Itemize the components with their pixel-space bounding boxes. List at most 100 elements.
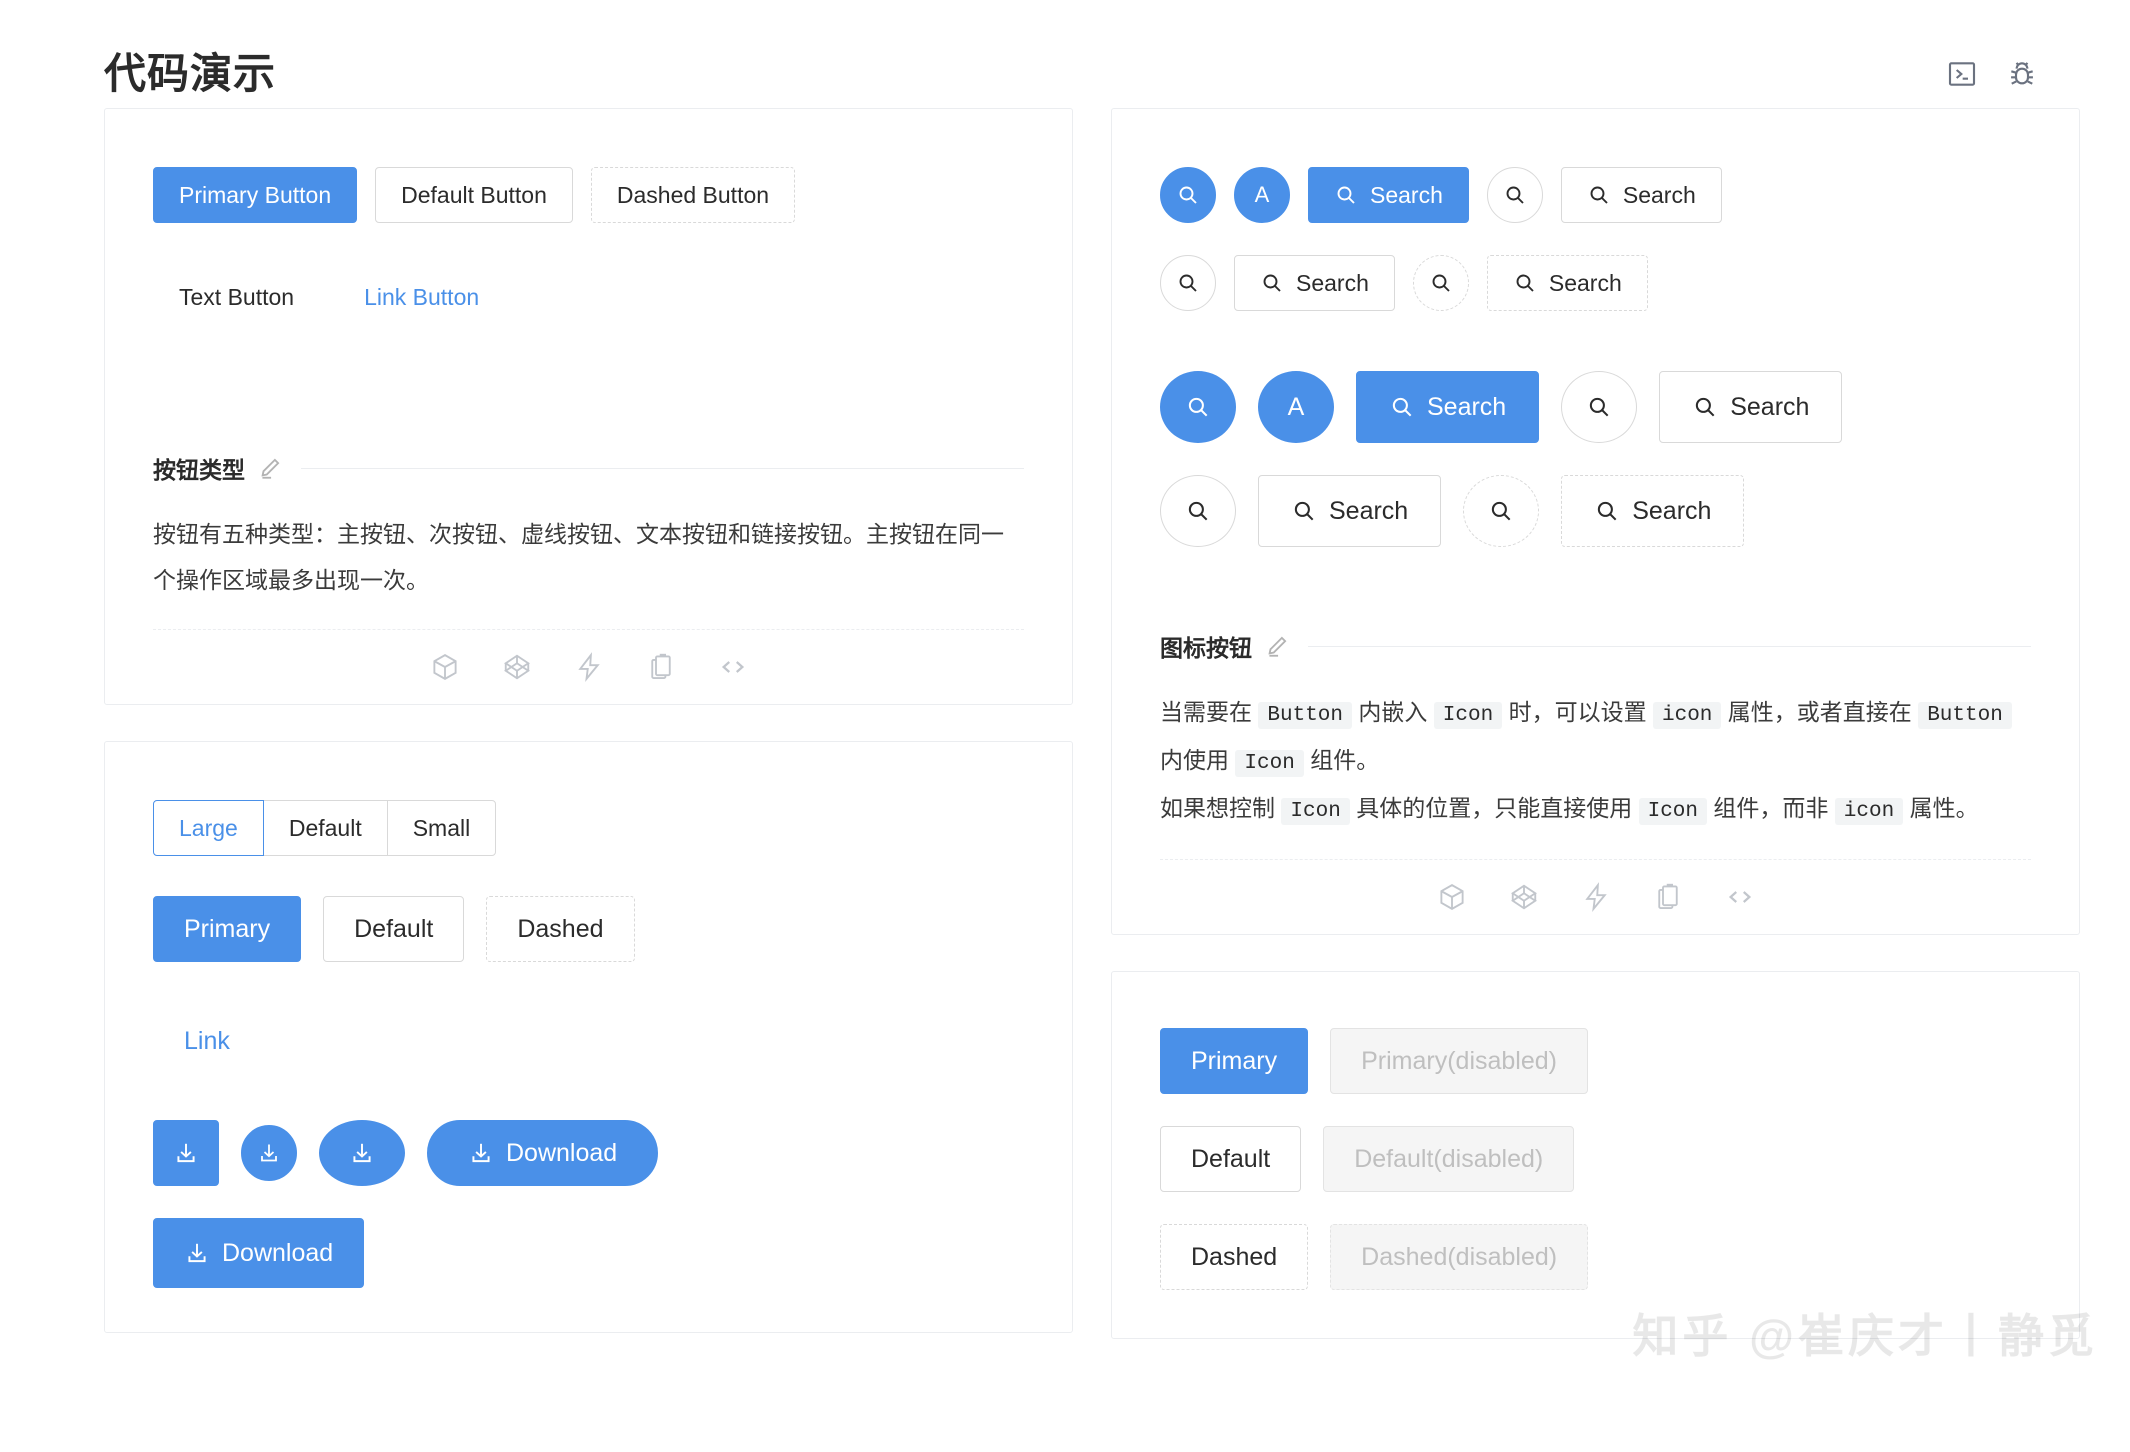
meta-title-button-types: 按钮类型 [153, 451, 1024, 485]
meta-title-text: 按钮类型 [153, 457, 245, 483]
meta-icon-buttons: 图标按钮 当需要在 Button 内嵌入 Icon 时，可以设置 icon 属性… [1112, 629, 2079, 934]
default-button[interactable]: Default Button [375, 167, 573, 223]
left-column: Primary Button Default Button Dashed But… [104, 108, 1073, 1333]
search-label: Search [1730, 392, 1810, 421]
right-column: A Search Search Search Search A Search S… [1111, 108, 2080, 1339]
search-icon [1185, 394, 1211, 420]
download-round-button[interactable]: Download [427, 1120, 659, 1186]
codepen-icon[interactable] [1509, 882, 1539, 912]
download-icon [173, 1140, 199, 1166]
search-circle-primary-button-large[interactable] [1160, 371, 1236, 443]
stackblitz-icon[interactable] [574, 652, 604, 682]
disabled-row-dashed: Dashed Dashed(disabled) [1160, 1224, 2031, 1290]
search-icon [1513, 271, 1537, 295]
meta-desc-icon-buttons-line-1: 当需要在 Button 内嵌入 Icon 时，可以设置 icon 属性，或者直接… [1160, 689, 2031, 785]
link-button-large[interactable]: Link [153, 1008, 261, 1074]
dashed-button-large[interactable]: Dashed [486, 896, 635, 962]
default-enabled-button[interactable]: Default [1160, 1126, 1302, 1192]
meta-title-rule [301, 467, 1024, 469]
download-text-row: Download [153, 1218, 1024, 1288]
search-label: Search [1632, 496, 1712, 525]
size-button-group: Large Default Small [153, 800, 497, 856]
search-primary-button-large[interactable]: Search [1356, 371, 1540, 443]
primary-button[interactable]: Primary Button [153, 167, 358, 223]
code-icon[interactable] [1725, 882, 1755, 912]
primary-enabled-button[interactable]: Primary [1160, 1028, 1309, 1094]
primary-button-large[interactable]: Primary [153, 896, 302, 962]
search-dashed-button[interactable]: Search [1486, 255, 1648, 311]
search-icon [1429, 271, 1453, 295]
dashed-enabled-button[interactable]: Dashed [1160, 1224, 1309, 1290]
default-disabled-button: Default(disabled) [1323, 1126, 1575, 1192]
dashed-button[interactable]: Dashed Button [590, 167, 796, 223]
search-icon [1503, 183, 1527, 207]
search-circle-ghost-button[interactable] [1160, 255, 1216, 311]
download-circle-large-button[interactable] [319, 1120, 405, 1186]
search-circle-default-button-large[interactable] [1561, 371, 1638, 443]
search-default-button[interactable]: Search [1560, 167, 1722, 223]
search-icon [1185, 498, 1211, 524]
inline-text: 属性。 [1903, 795, 1979, 821]
text-button[interactable]: Text Button [153, 269, 320, 325]
inline-code: Icon [1433, 702, 1503, 729]
copy-icon[interactable] [1653, 882, 1683, 912]
search-label: Search [1296, 269, 1369, 296]
search-icon [1260, 271, 1284, 295]
card-icon-buttons: A Search Search Search Search A Search S… [1111, 108, 2080, 935]
inline-text: 属性，或者直接在 [1721, 699, 1919, 725]
inline-code: Icon [1281, 798, 1350, 825]
search-icon [1334, 183, 1358, 207]
avatar-circle-button-large[interactable]: A [1258, 371, 1334, 443]
demo-button-size: Large Default Small Primary Default Dash… [105, 742, 1072, 1332]
avatar-circle-button[interactable]: A [1234, 167, 1290, 223]
bug-icon[interactable] [2004, 56, 2040, 92]
search-circle-default-button[interactable] [1486, 167, 1543, 223]
search-icon [1291, 498, 1317, 524]
codepen-icon[interactable] [502, 652, 532, 682]
inline-text: 组件。 [1303, 747, 1380, 773]
page-header: 代码演示 [0, 0, 2130, 108]
meta-title-icon-buttons: 图标按钮 [1160, 629, 2031, 663]
inline-code: Icon [1235, 750, 1304, 777]
download-circle-small-button[interactable] [241, 1125, 297, 1181]
search-ghost-button-large[interactable]: Search [1258, 475, 1442, 547]
inline-code: Icon [1638, 798, 1708, 825]
search-circle-dashed-button[interactable] [1412, 255, 1469, 311]
download-square-button[interactable] [153, 1120, 219, 1186]
size-button-group-wrapper: Large Default Small [153, 800, 1024, 856]
inline-text: 时，可以设置 [1502, 699, 1653, 725]
search-ghost-button[interactable]: Search [1234, 255, 1395, 311]
link-button[interactable]: Link Button [338, 269, 505, 325]
avatar-label: A [1254, 182, 1270, 207]
size-default-button[interactable]: Default [262, 800, 388, 856]
search-circle-primary-button[interactable] [1160, 167, 1216, 223]
codesandbox-icon[interactable] [430, 652, 460, 682]
size-small-button[interactable]: Small [386, 800, 497, 856]
download-button[interactable]: Download [153, 1218, 365, 1288]
disabled-row-default: Default Default(disabled) [1160, 1126, 2031, 1192]
icon-button-row-2: Search Search [1160, 255, 2031, 311]
default-button-large[interactable]: Default [323, 896, 465, 962]
header-actions [1944, 56, 2080, 92]
search-circle-dashed-button-large[interactable] [1463, 475, 1540, 547]
size-large-button[interactable]: Large [153, 800, 264, 856]
search-icon [1594, 498, 1620, 524]
edit-icon[interactable] [257, 455, 283, 481]
edit-icon[interactable] [1264, 633, 1290, 659]
search-primary-button[interactable]: Search [1308, 167, 1469, 223]
search-default-button-large[interactable]: Search [1659, 371, 1843, 443]
codesandbox-icon[interactable] [1437, 882, 1467, 912]
search-circle-ghost-button-large[interactable] [1160, 475, 1236, 547]
disabled-row-primary: Primary Primary(disabled) [1160, 1028, 2031, 1094]
meta-button-types: 按钮类型 按钮有五种类型：主按钮、次按钮、虚线按钮、文本按钮和链接按钮。主按钮在… [105, 451, 1072, 704]
stackblitz-icon[interactable] [1581, 882, 1611, 912]
code-icon[interactable] [718, 652, 748, 682]
meta-desc-button-types: 按钮有五种类型：主按钮、次按钮、虚线按钮、文本按钮和链接按钮。主按钮在同一个操作… [153, 521, 1004, 593]
search-dashed-button-large[interactable]: Search [1561, 475, 1745, 547]
copy-icon[interactable] [646, 652, 676, 682]
console-icon[interactable] [1944, 56, 1980, 92]
download-icon-row: Download [153, 1120, 1024, 1186]
dashed-disabled-button: Dashed(disabled) [1330, 1224, 1589, 1290]
inline-text: 具体的位置，只能直接使用 [1349, 795, 1639, 821]
icon-button-row-1: A Search Search [1160, 167, 2031, 223]
